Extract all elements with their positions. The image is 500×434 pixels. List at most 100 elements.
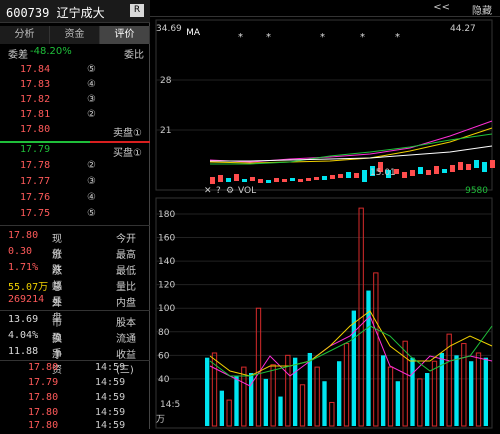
help-icon[interactable]: ? xyxy=(216,186,221,196)
sell-row-4[interactable]: 17.83 ④ xyxy=(0,79,150,94)
sell-row-3[interactable]: 17.82 ③ xyxy=(0,94,150,109)
sell-idx-5: ⑤ xyxy=(87,64,96,75)
stat-float-label: 流通 xyxy=(116,334,136,345)
trade-price-5: 17.80 xyxy=(28,420,59,431)
tab-funds[interactable]: 资金 xyxy=(50,26,100,44)
trade-time-1: 14:59 xyxy=(95,362,126,373)
candle xyxy=(418,167,423,174)
sell-row-1[interactable]: 17.80 卖盘① xyxy=(0,124,150,139)
buy-idx-4: ④ xyxy=(87,192,96,203)
buy-row-4[interactable]: 17.76 ④ xyxy=(0,192,150,207)
stat-inner-label: 内盘 xyxy=(116,298,136,309)
vol-unit: 万 xyxy=(156,415,166,425)
candle xyxy=(314,177,319,180)
candle xyxy=(226,178,231,182)
hide-label[interactable]: 隐藏 xyxy=(472,2,492,17)
marker-1: * xyxy=(238,32,243,43)
kline-chart-panel[interactable]: << 隐藏 * * * * * 180 160 140 120 100 80 60 40 34… xyxy=(150,0,500,429)
buy-row-5[interactable]: 17.75 ⑤ xyxy=(0,208,150,223)
trade-row-4[interactable]: 17.80 14:59 xyxy=(0,407,150,421)
trade-price-1: 17.80 xyxy=(28,362,59,373)
stat-open: 今开 xyxy=(78,230,148,245)
tab-analysis[interactable]: 分析 xyxy=(0,26,50,44)
stat-current-price: 17.80 xyxy=(8,230,39,241)
volume-bar xyxy=(205,357,210,426)
trade-row-1[interactable]: 17.80 14:59 xyxy=(0,362,150,376)
candle xyxy=(242,179,247,182)
buy-row-1[interactable]: 17.79 买盘① xyxy=(0,144,150,159)
vol-bars-group xyxy=(205,207,488,427)
volume-header: 9580 VOL ✕ ? ⚙ xyxy=(156,186,492,200)
stock-title-bar: 600739 辽宁成大 R xyxy=(0,0,150,23)
volume-bar xyxy=(314,366,320,427)
candle xyxy=(210,177,215,184)
vol-axis-label: 40 xyxy=(158,375,170,385)
candle xyxy=(306,178,311,181)
trade-time-5: 14:59 xyxy=(95,420,126,431)
buy-idx-5: ⑤ xyxy=(87,208,96,219)
volume-bar xyxy=(373,272,379,427)
stat-high-label: 最高 xyxy=(116,250,136,261)
vol-ma-2 xyxy=(209,310,493,377)
quote-tabs: 分析 资金 评价 xyxy=(0,26,150,44)
ma-label: MA xyxy=(186,28,200,38)
buy-idx-2: ② xyxy=(87,160,96,171)
candle xyxy=(298,179,303,182)
buy-price-3: 17.77 xyxy=(20,176,51,187)
candle xyxy=(258,179,263,183)
candle xyxy=(490,160,495,168)
volume-bar xyxy=(322,381,327,426)
candle xyxy=(266,180,271,183)
sell-price-5: 17.84 xyxy=(20,64,51,75)
buy-price-1: 17.79 xyxy=(20,144,51,155)
stat-outer-value: 269214 xyxy=(8,294,45,305)
ratio-label: 委比 xyxy=(124,50,144,61)
sell-label-1: 卖盘① xyxy=(113,128,142,139)
trade-row-2[interactable]: 17.79 14:59 xyxy=(0,377,150,391)
buy-label-1: 买盘① xyxy=(113,148,142,159)
close-icon[interactable]: ✕ xyxy=(204,186,212,196)
marker-5: * xyxy=(395,32,400,43)
gear-icon[interactable]: ⚙ xyxy=(226,186,234,196)
vol-axis-label: 100 xyxy=(158,304,175,314)
stat-high: 最高 xyxy=(78,246,148,261)
buy-price-4: 17.76 xyxy=(20,192,51,203)
sell-price-4: 17.83 xyxy=(20,79,51,90)
buy-price-5: 17.75 xyxy=(20,208,51,219)
sell-row-2[interactable]: 17.81 ② xyxy=(0,109,150,124)
stat-pct-value: 1.71% xyxy=(8,262,39,273)
stat-row-6: 13.69 市盈 xyxy=(0,314,70,344)
r-badge[interactable]: R xyxy=(130,4,144,17)
trade-price-4: 17.80 xyxy=(28,407,59,418)
volume-bar xyxy=(263,378,268,426)
trade-row-5[interactable]: 17.80 14:59 xyxy=(0,420,150,434)
ma-line-1 xyxy=(209,120,493,163)
stat-low-label: 最低 xyxy=(116,266,136,277)
tab-quote[interactable]: 评价 xyxy=(100,26,150,44)
vol-axis-label: 60 xyxy=(158,351,170,361)
ratio-value: -48.20% xyxy=(30,46,72,57)
stat-vol-ratio: 量比 xyxy=(78,278,148,293)
sell-buy-divider-red xyxy=(90,141,150,143)
collapse-arrows-icon[interactable]: << xyxy=(433,2,450,13)
buy-row-2[interactable]: 17.78 ② xyxy=(0,160,150,175)
volume-bar xyxy=(483,357,488,426)
volume-bar xyxy=(431,360,438,427)
vol-axis-label: 120 xyxy=(158,281,175,291)
volume-bar xyxy=(395,381,400,426)
volume-bar xyxy=(343,343,350,427)
trade-row-3[interactable]: 17.80 14:59 xyxy=(0,392,150,406)
sell-row-5[interactable]: 17.84 ⑤ xyxy=(0,64,150,79)
stat-float: 流通 xyxy=(78,330,148,345)
buy-row-3[interactable]: 17.77 ③ xyxy=(0,176,150,191)
high-price-label: 44.27 xyxy=(450,24,476,34)
stat-inner: 内盘 xyxy=(78,294,148,309)
candle xyxy=(410,170,415,176)
marker-3: * xyxy=(320,32,325,43)
axis-21: 21 xyxy=(160,126,172,136)
candle xyxy=(458,162,463,170)
volume-bar xyxy=(255,307,262,427)
volume-bar xyxy=(234,376,239,426)
volume-bar xyxy=(381,355,386,426)
volume-bar xyxy=(278,396,283,426)
